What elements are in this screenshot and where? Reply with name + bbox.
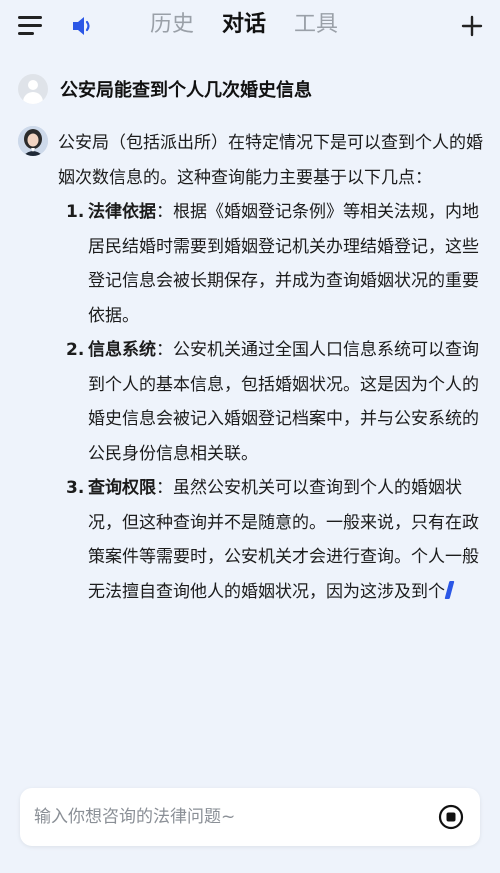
typing-cursor-icon: [444, 580, 455, 599]
point-number: 2.: [66, 340, 85, 360]
plus-icon[interactable]: [458, 12, 486, 40]
answer-intro: 公安局（包括派出所）在特定情况下是可以查到个人的婚姻次数信息的。这种查询能力主要…: [58, 133, 483, 188]
menu-icon[interactable]: [18, 14, 44, 38]
list-item: 3. 查询权限：虽然公安机关可以查询到个人的婚姻状况，但这种查询并不是随意的。一般…: [58, 471, 488, 609]
point-number: 3.: [66, 478, 85, 498]
user-avatar-icon: [18, 74, 48, 104]
question-input[interactable]: [34, 788, 414, 846]
assistant-avatar: [18, 126, 48, 156]
tab-chat[interactable]: 对话: [222, 10, 266, 40]
tab-tools[interactable]: 工具: [294, 10, 338, 40]
top-bar: 历史 对话 工具: [0, 0, 500, 52]
tab-bar: 历史 对话 工具: [150, 10, 338, 40]
tab-history[interactable]: 历史: [150, 10, 194, 40]
point-term: 法律依据: [88, 202, 156, 222]
answer-body: 公安局（包括派出所）在特定情况下是可以查到个人的婚姻次数信息的。这种查询能力主要…: [58, 126, 488, 609]
user-question: 公安局能查到个人几次婚史信息: [18, 74, 312, 104]
speaker-icon[interactable]: [70, 14, 96, 38]
point-number: 1.: [66, 202, 85, 222]
list-item: 2. 信息系统：公安机关通过全国人口信息系统可以查询到个人的基本信息，包括婚姻状况…: [58, 333, 488, 471]
chat-input-bar: [20, 788, 480, 846]
point-term: 信息系统: [88, 340, 156, 360]
question-text: 公安局能查到个人几次婚史信息: [60, 80, 312, 101]
list-item: 1. 法律依据：根据《婚姻登记条例》等相关法规，内地居民结婚时需要到婚姻登记机关办…: [58, 195, 488, 333]
stop-icon[interactable]: [438, 804, 464, 830]
answer-points: 1. 法律依据：根据《婚姻登记条例》等相关法规，内地居民结婚时需要到婚姻登记机关办…: [58, 195, 488, 609]
point-term: 查询权限: [88, 478, 156, 498]
assistant-answer: 公安局（包括派出所）在特定情况下是可以查到个人的婚姻次数信息的。这种查询能力主要…: [18, 126, 488, 609]
